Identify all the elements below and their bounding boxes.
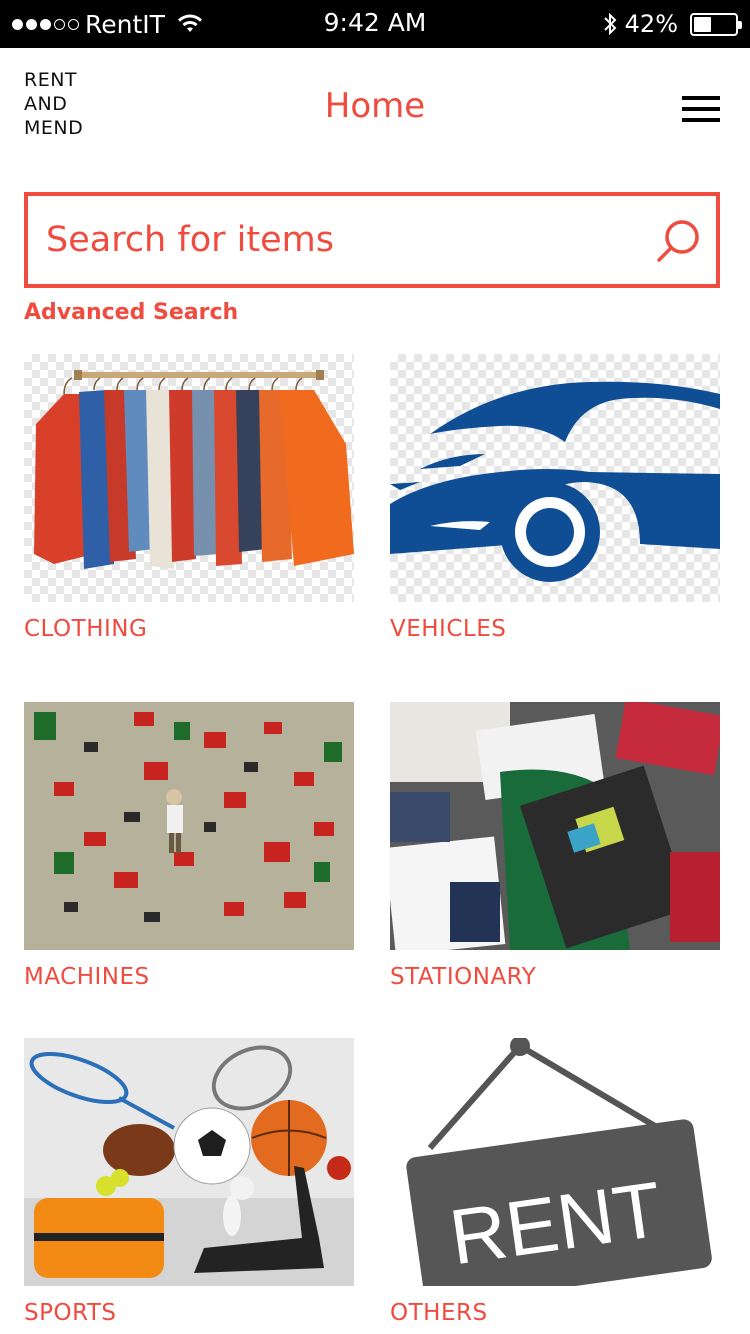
battery-level bbox=[694, 16, 711, 32]
category-label: SPORTS bbox=[24, 1300, 117, 1326]
category-label: OTHERS bbox=[390, 1300, 488, 1326]
clothing-image bbox=[24, 354, 354, 602]
machines-image bbox=[24, 702, 354, 950]
stationary-image bbox=[390, 702, 720, 950]
category-label: CLOTHING bbox=[24, 616, 148, 642]
search-icon[interactable] bbox=[656, 218, 702, 264]
category-tile-machines[interactable]: MACHINES bbox=[24, 702, 354, 990]
advanced-search-link[interactable]: Advanced Search bbox=[24, 300, 238, 325]
category-label: STATIONARY bbox=[390, 964, 537, 990]
bluetooth-icon bbox=[603, 12, 617, 36]
battery-percent: 42% bbox=[624, 10, 678, 38]
search-bar bbox=[24, 192, 720, 288]
status-bar: RentIT 9:42 AM 42% bbox=[0, 0, 750, 48]
sports-image bbox=[24, 1038, 354, 1286]
category-tile-clothing[interactable]: CLOTHING bbox=[24, 354, 354, 642]
category-tile-vehicles[interactable]: VEHICLES bbox=[390, 354, 720, 642]
others-image: RENT bbox=[390, 1038, 720, 1286]
category-tile-sports[interactable]: SPORTS bbox=[24, 1038, 354, 1326]
battery-icon bbox=[690, 12, 742, 36]
category-label: MACHINES bbox=[24, 964, 150, 990]
status-right: 42% bbox=[603, 0, 742, 48]
page-title: Home bbox=[324, 86, 426, 126]
category-label: VEHICLES bbox=[390, 616, 507, 642]
vehicles-image bbox=[390, 354, 720, 602]
category-tile-others[interactable]: RENT OTHERS bbox=[390, 1038, 720, 1326]
hamburger-menu-icon[interactable] bbox=[682, 96, 720, 122]
search-input[interactable] bbox=[46, 196, 646, 284]
category-tile-stationary[interactable]: STATIONARY bbox=[390, 702, 720, 990]
